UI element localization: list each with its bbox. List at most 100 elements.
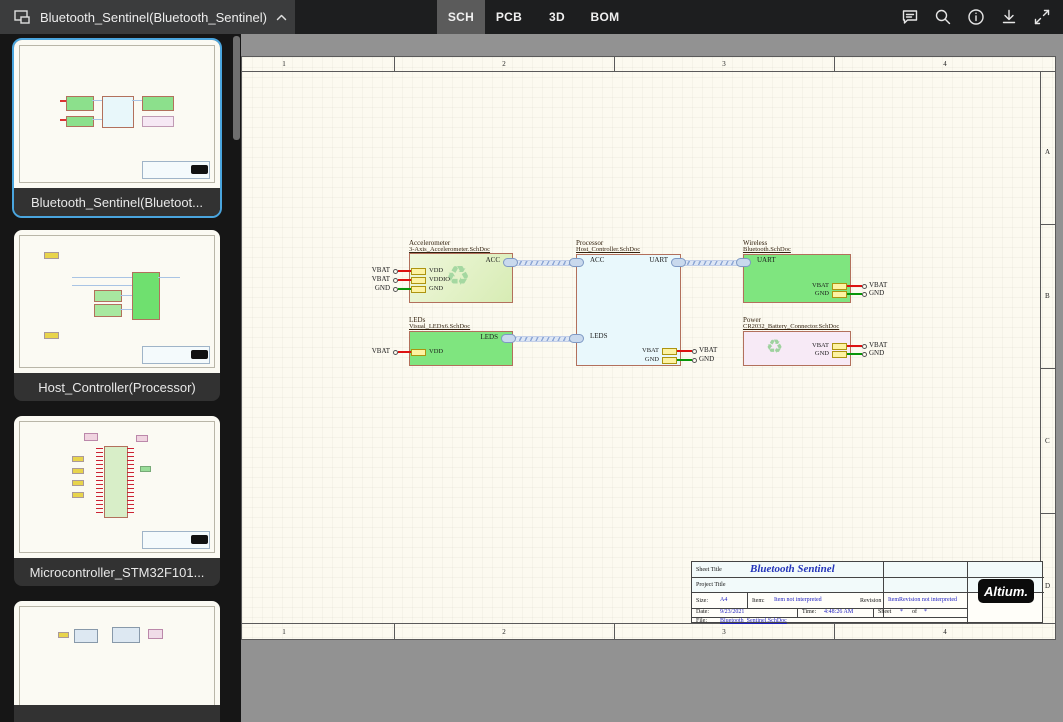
size-value: A4 [720, 597, 727, 603]
port-leds[interactable] [501, 334, 516, 343]
info-button[interactable] [963, 4, 989, 30]
thumb-art [136, 435, 148, 442]
ruler-col-label: 3 [722, 60, 726, 68]
sheet-number: * [900, 609, 903, 615]
thumbnail-label[interactable] [14, 705, 220, 722]
project-title-label: Project Title [696, 582, 726, 588]
thumbnail-preview[interactable] [14, 601, 220, 705]
port-acc[interactable] [503, 258, 518, 267]
net-label: GND [869, 350, 884, 357]
thumb-art [112, 627, 140, 643]
port-label-uart: UART [636, 257, 668, 264]
thumbnail-label[interactable]: Bluetooth_Sentinel(Bluetoot... [14, 188, 220, 216]
altium-viewer-window: Bluetooth_Sentinel(Bluetooth_Sentinel) S… [0, 0, 1063, 722]
thumb-art [72, 480, 84, 486]
thumb-art [96, 448, 103, 514]
sidebar-scrollbar[interactable] [233, 36, 240, 140]
wire-vbat [398, 270, 411, 272]
ruler-divider [614, 57, 615, 71]
ruler-col-label: 4 [943, 60, 947, 68]
sidebar-item-page-4[interactable] [14, 601, 220, 722]
terminal [862, 284, 867, 289]
pin-gnd[interactable] [662, 357, 677, 364]
ruler-divider [1041, 368, 1055, 369]
ruler-col-label: 2 [502, 60, 506, 68]
port-label-uart: UART [757, 257, 776, 264]
comments-button[interactable] [897, 4, 923, 30]
tab-sch[interactable]: SCH [437, 0, 485, 34]
tab-pcb[interactable]: PCB [485, 0, 533, 34]
pin-gnd[interactable] [832, 291, 847, 298]
revision-label: Revision [860, 598, 881, 604]
revision-value: ItemRevision not interpreted [888, 597, 957, 603]
pin-name: VDDIO [429, 277, 450, 284]
thumb-art [102, 96, 134, 128]
thumbnail-label[interactable]: Host_Controller(Processor) [14, 373, 220, 401]
port-uart[interactable] [671, 258, 686, 267]
ruler-top: 1 2 3 4 [242, 57, 1055, 72]
schematic-canvas[interactable]: 1 2 3 4 1 2 3 4 A B C D [241, 34, 1063, 722]
schematic-sheet[interactable]: 1 2 3 4 1 2 3 4 A B C D [241, 56, 1056, 640]
port-leds[interactable] [569, 334, 584, 343]
port-acc[interactable] [569, 258, 584, 267]
pin-gnd[interactable] [411, 286, 426, 293]
ruler-col-label: 2 [502, 628, 506, 636]
pin-vbat[interactable] [662, 348, 677, 355]
terminal [393, 350, 398, 355]
terminal [692, 349, 697, 354]
thumb-art [104, 446, 128, 518]
download-button[interactable] [996, 4, 1022, 30]
thumbnail-preview[interactable] [14, 230, 220, 373]
pin-vdd[interactable] [411, 349, 426, 356]
thumb-art [191, 350, 208, 359]
ruler-row-label: B [1045, 292, 1050, 300]
ruler-row-label: D [1045, 582, 1050, 590]
fullscreen-button[interactable] [1029, 4, 1055, 30]
pin-vbat[interactable] [832, 283, 847, 290]
pin-vddio[interactable] [411, 277, 426, 284]
net-label: VBAT [699, 347, 717, 354]
size-label: Size: [696, 598, 708, 604]
thumb-art [142, 346, 210, 364]
comment-icon [901, 8, 919, 26]
thumb-art [142, 531, 210, 549]
document-selector[interactable]: Bluetooth_Sentinel(Bluetooth_Sentinel) [0, 0, 295, 34]
wire-gnd [847, 293, 862, 295]
sidebar-item-host-controller[interactable]: Host_Controller(Processor) [14, 230, 220, 401]
pin-vdd[interactable] [411, 268, 426, 275]
thumb-art [19, 606, 215, 705]
terminal [862, 344, 867, 349]
thumbnail-preview[interactable] [14, 416, 220, 558]
thumb-art [148, 629, 163, 639]
title-block-line [747, 592, 748, 608]
tab-3d[interactable]: 3D [533, 0, 581, 34]
pin-name: VBAT [799, 343, 829, 350]
sidebar-item-microcontroller[interactable]: Microcontroller_STM32F101... [14, 416, 220, 586]
port-uart[interactable] [736, 258, 751, 267]
pin-name: GND [799, 351, 829, 358]
ruler-divider [394, 57, 395, 71]
document-window-icon [14, 10, 31, 25]
wire-vbat [847, 285, 862, 287]
download-icon [1000, 8, 1018, 26]
ruler-col-label: 3 [722, 628, 726, 636]
thumb-art [58, 632, 69, 638]
ruler-col-label: 4 [943, 628, 947, 636]
sidebar-item-bluetooth-sentinel[interactable]: Bluetooth_Sentinel(Bluetoot... [12, 38, 222, 218]
terminal [393, 287, 398, 292]
sheet-title-value: Bluetooth Sentinel [750, 563, 835, 575]
chevron-up-icon[interactable] [276, 14, 287, 21]
pin-gnd[interactable] [832, 351, 847, 358]
tab-bom[interactable]: BOM [581, 0, 629, 34]
port-label-acc: ACC [467, 257, 500, 264]
thumb-art [74, 629, 98, 643]
net-label: VBAT [360, 267, 390, 274]
pin-vbat[interactable] [832, 343, 847, 350]
thumbnail-preview[interactable] [14, 40, 220, 188]
thumb-art [72, 277, 132, 278]
title-block-line [967, 562, 968, 624]
thumbnail-label[interactable]: Microcontroller_STM32F101... [14, 558, 220, 586]
sheet-total: * [924, 609, 927, 615]
search-button[interactable] [930, 4, 956, 30]
file-label: File: [696, 618, 707, 624]
